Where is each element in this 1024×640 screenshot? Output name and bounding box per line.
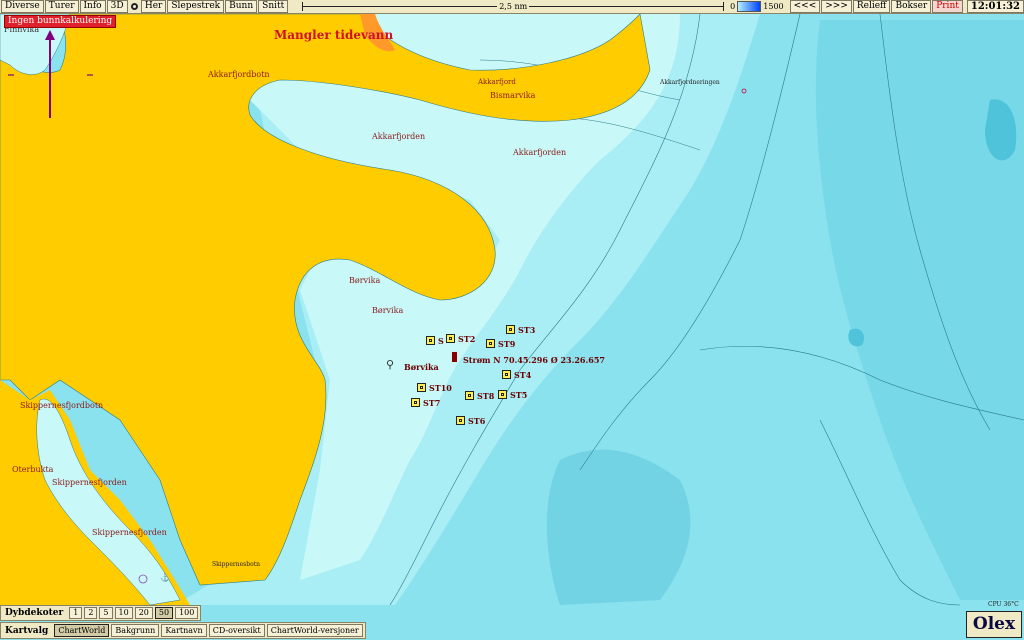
menu-diverse[interactable]: Diverse: [1, 0, 44, 13]
current-flag-icon[interactable]: [452, 352, 457, 362]
station-label: ST10: [429, 383, 452, 393]
nav-forward-button[interactable]: >>>: [821, 0, 852, 13]
station-label: ST2: [458, 334, 476, 344]
depth-option-2[interactable]: 2: [84, 607, 98, 619]
depth-gradient: [737, 1, 762, 12]
depth-option-20[interactable]: 20: [134, 607, 153, 619]
depth-min: 0: [730, 2, 736, 11]
label-borvika-2: Børvika: [372, 306, 404, 315]
label-bismarvika: Bismarvika: [490, 91, 536, 100]
current-marker-label: Strøm N 70.45.296 Ø 23.26.657: [463, 355, 605, 365]
menu-slepestrek[interactable]: Slepestrek: [167, 0, 225, 13]
station-marker[interactable]: [417, 383, 426, 392]
station-marker[interactable]: [456, 416, 465, 425]
chart-option-bakgrunn[interactable]: Bakgrunn: [111, 624, 160, 637]
scale-bar: 2,5 nm: [302, 1, 725, 12]
bokser-button[interactable]: Bokser: [891, 0, 932, 13]
depth-max: 1500: [763, 2, 784, 11]
scale-label: 2,5 nm: [497, 1, 530, 12]
depth-option-1[interactable]: 1: [69, 607, 83, 619]
station-marker[interactable]: [426, 336, 435, 345]
station-marker[interactable]: [506, 325, 515, 334]
chart-option-chartworld-versjoner[interactable]: ChartWorld-versjoner: [266, 624, 363, 637]
label-borvika-3: Børvika: [404, 362, 439, 372]
station-marker[interactable]: [465, 391, 474, 400]
label-skippernesbotn: Skippernesbotn: [212, 561, 260, 568]
station-label: ST5: [510, 390, 528, 400]
depth-option-100[interactable]: 100: [175, 607, 199, 619]
menu-3d[interactable]: 3D: [106, 0, 128, 13]
no-bottom-calc-warning: Ingen bunnkalkulering: [4, 15, 117, 28]
menu-info[interactable]: Info: [79, 0, 106, 13]
station-label: ST8: [477, 391, 495, 401]
label-akkarfjorden-2: Akkarfjorden: [513, 148, 567, 157]
boat-icon: ⚲: [386, 358, 395, 371]
depth-contour-panel: Dybdekoter 1 2 5 10 20 50 100: [0, 605, 202, 621]
depth-contour-title: Dybdekoter: [5, 608, 64, 618]
relief-button[interactable]: Relieff: [852, 0, 891, 13]
station-marker[interactable]: [498, 390, 507, 399]
anchor-icon: ⚓: [160, 572, 170, 582]
depth-option-50[interactable]: 50: [154, 607, 174, 619]
chart-selection-panel: Kartvalg ChartWorld Bakgrunn Kartnavn CD…: [0, 622, 366, 639]
menu-her[interactable]: Her: [140, 0, 167, 13]
station-marker[interactable]: [411, 398, 420, 407]
label-borvika-1: Børvika: [349, 276, 381, 285]
menu-snitt[interactable]: Snitt: [258, 0, 289, 13]
clock: 12:01:32: [966, 0, 1024, 13]
station-marker[interactable]: [486, 339, 495, 348]
station-marker[interactable]: [502, 370, 511, 379]
station-label: S: [438, 336, 444, 346]
olex-logo: Olex: [966, 611, 1022, 638]
label-oterbukta: Oterbukta: [12, 465, 54, 474]
top-toolbar: Diverse Turer Info 3D Her Slepestrek Bun…: [0, 0, 1024, 14]
label-akkarfjorden-1: Akkarfjorden: [372, 132, 426, 141]
chart-selection-title: Kartvalg: [5, 625, 49, 636]
station-label: ST6: [468, 416, 486, 426]
deep-basin-south: [546, 449, 691, 605]
target-icon[interactable]: [130, 1, 140, 12]
chart-option-cd-oversikt[interactable]: CD-oversikt: [208, 624, 265, 637]
cpu-temperature: CPU 36°C: [988, 601, 1019, 608]
menu-bunn[interactable]: Bunn: [225, 0, 258, 13]
menu-turer[interactable]: Turer: [44, 0, 79, 13]
chart-option-chartworld[interactable]: ChartWorld: [54, 624, 110, 637]
station-marker[interactable]: [446, 334, 455, 343]
label-akkarfjord: Akkarfjord: [478, 78, 516, 86]
label-skippernesfjorden-1: Skippernesfjorden: [52, 478, 127, 487]
label-akkarfjordneringen: Akkarfjordneringen: [660, 79, 720, 86]
station-label: ST3: [518, 325, 536, 335]
station-label: ST9: [498, 339, 516, 349]
station-label: ST7: [423, 398, 441, 408]
label-akkarfjordbotn: Akkarfjordbotn: [208, 70, 270, 79]
nav-back-button[interactable]: <<<: [789, 0, 821, 13]
depth-option-10[interactable]: 10: [114, 607, 133, 619]
missing-tide-warning: Mangler tidevann: [274, 28, 394, 42]
depth-scale[interactable]: 0 1500: [730, 1, 784, 12]
depth-option-5[interactable]: 5: [99, 607, 113, 619]
print-button[interactable]: Print: [932, 0, 963, 13]
label-skippernesfjordbotn: Skippernesfjordbotn: [20, 401, 104, 410]
station-label: ST4: [514, 370, 532, 380]
label-skippernesfjorden-2: Skippernesfjorden: [92, 528, 167, 537]
chart-option-kartnavn[interactable]: Kartnavn: [161, 624, 207, 637]
